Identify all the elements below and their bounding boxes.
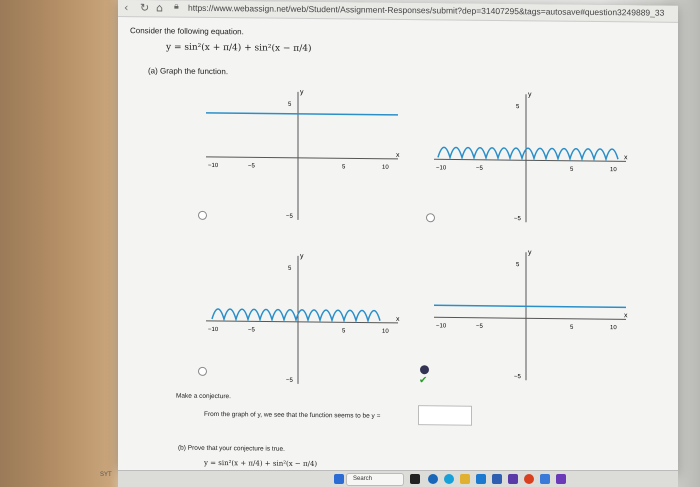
graph-a-ytick-top: 5 — [288, 102, 292, 108]
windows-start-icon[interactable] — [334, 474, 344, 484]
graph-b-ytick-top: 5 — [516, 104, 520, 110]
chrome-icon[interactable] — [524, 474, 534, 484]
graph-d-xlabel: x — [624, 312, 628, 319]
radio-option-c[interactable] — [198, 366, 207, 376]
graph-a-xtick: −10 — [208, 163, 219, 169]
graph-c-ylabel: y — [300, 253, 304, 260]
browser-icon[interactable] — [428, 474, 438, 484]
radio-option-b[interactable] — [426, 213, 435, 223]
part-a-label: (a) Graph the function. — [148, 66, 229, 77]
graph-option-b[interactable]: y x 5 −5 −10 −5 5 10 — [426, 85, 636, 227]
graph-d-xtick: −10 — [436, 323, 447, 329]
graph-a-xtick: 5 — [342, 164, 346, 170]
corner-label: SYT — [100, 472, 112, 478]
app-icon[interactable] — [508, 474, 518, 484]
lock-icon: 🔒︎ — [174, 1, 179, 12]
url-text[interactable]: https://www.webassign.net/web/Student/As… — [188, 3, 664, 18]
graph-b-xtick: −5 — [476, 166, 484, 172]
address-bar[interactable]: ‹ ↻ ⌂ 🔒︎ https://www.webassign.net/web/S… — [118, 0, 678, 23]
graph-d-xtick: 5 — [570, 325, 574, 331]
folder-icon[interactable] — [460, 474, 470, 484]
graph-c-xtick: −5 — [248, 327, 256, 333]
graph-c-xtick: 5 — [342, 328, 346, 334]
taskbar: Search — [118, 470, 678, 487]
graph-option-c[interactable]: y x 5 −5 −10 −5 5 10 — [198, 247, 408, 389]
graph-b-xlabel: x — [624, 154, 628, 161]
home-icon[interactable]: ⌂ — [156, 1, 163, 14]
graph-d-ylabel: y — [528, 249, 532, 256]
graph-option-d[interactable]: y x 5 −5 −10 −5 5 10 — [426, 243, 636, 385]
graph-c-xtick: 10 — [382, 329, 389, 335]
graph-c-ytick-top: 5 — [288, 266, 292, 272]
graph-a-xlabel: x — [396, 152, 400, 159]
part-b-label: (b) Prove that your conjecture is true. — [178, 444, 285, 453]
teams-icon[interactable] — [556, 474, 566, 484]
radio-option-a[interactable] — [198, 210, 207, 220]
graph-a-xtick: 10 — [382, 165, 389, 171]
graph-b-xtick: −10 — [436, 165, 447, 171]
graph-option-a[interactable]: y x 5 −5 −10 −5 5 10 — [198, 83, 408, 225]
graph-a-ytick-bottom: −5 — [286, 214, 294, 220]
graph-d-xtick: −5 — [476, 324, 484, 330]
equation: y = sin²(x + π/4) + sin²(x − π/4) — [166, 42, 312, 55]
radio-option-d[interactable] — [420, 365, 429, 375]
conjecture-heading: Make a conjecture. — [176, 392, 231, 401]
store-icon[interactable] — [476, 474, 486, 484]
graph-c-ytick-bottom: −5 — [286, 378, 294, 384]
correct-check-icon: ✔ — [419, 375, 428, 387]
graph-c-curve — [211, 308, 381, 324]
graph-a-xtick: −5 — [248, 163, 256, 169]
graph-b-xtick: 10 — [610, 167, 617, 173]
question-intro: Consider the following equation. — [130, 26, 244, 37]
graph-d-xtick: 10 — [610, 325, 617, 331]
part-b-equation: y = sin²(x + π/4) + sin²(x − π/4) — [204, 458, 318, 469]
graph-b-ytick-bottom: −5 — [514, 216, 522, 222]
task-view-icon[interactable] — [410, 474, 420, 484]
back-icon[interactable]: ‹ — [124, 1, 128, 14]
graph-d-ytick-top: 5 — [516, 262, 520, 268]
graph-d-curve — [434, 304, 626, 309]
conjecture-answer-input[interactable] — [418, 405, 472, 426]
graph-b-xtick: 5 — [570, 167, 574, 173]
edge-icon[interactable] — [444, 474, 454, 484]
word-icon[interactable] — [492, 474, 502, 484]
conjecture-text: From the graph of y, we see that the fun… — [204, 410, 381, 420]
graph-b-curve — [437, 146, 619, 162]
refresh-icon[interactable]: ↻ — [140, 1, 149, 14]
taskbar-search[interactable]: Search — [346, 473, 404, 486]
browser-window: ‹ ↻ ⌂ 🔒︎ https://www.webassign.net/web/S… — [118, 0, 678, 476]
graph-b-ylabel: y — [528, 91, 532, 98]
graph-c-xtick: −10 — [208, 327, 219, 333]
graph-d-ytick-bottom: −5 — [514, 374, 522, 380]
graph-a-ylabel: y — [300, 89, 304, 96]
graph-a-curve — [206, 112, 398, 116]
graph-c-xlabel: x — [396, 316, 400, 323]
mail-icon[interactable] — [540, 474, 550, 484]
